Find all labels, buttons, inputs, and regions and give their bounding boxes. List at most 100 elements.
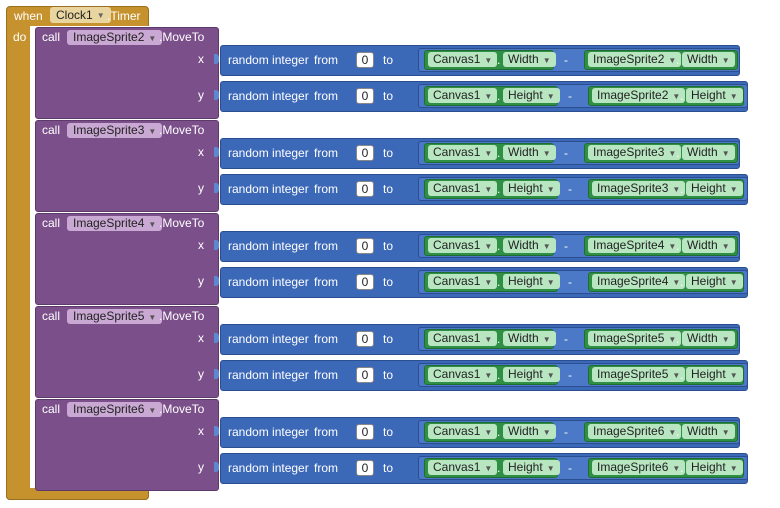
property-dropdown[interactable]: Height ▼: [503, 274, 560, 289]
property-dropdown[interactable]: Width ▼: [503, 331, 556, 346]
sprite-dropdown[interactable]: ImageSprite5 ▼: [592, 367, 686, 382]
canvas-dropdown[interactable]: Canvas1 ▼: [428, 424, 498, 439]
from-number-field[interactable]: 0: [356, 181, 374, 197]
property-label: Height: [508, 181, 543, 195]
property-dropdown[interactable]: Height ▼: [503, 367, 560, 382]
sprite-dropdown[interactable]: ImageSprite4 ▼: [592, 274, 686, 289]
property-dropdown[interactable]: Height ▼: [686, 460, 743, 475]
method-label: .MoveTo: [159, 30, 205, 44]
do-label: do: [13, 30, 27, 44]
property-dropdown[interactable]: Height ▼: [686, 367, 743, 382]
property-label: Width: [687, 331, 718, 345]
minus-label: -: [564, 53, 568, 67]
socket-connector: [214, 240, 219, 250]
socket-connector: [214, 54, 219, 64]
canvas-dropdown[interactable]: Canvas1 ▼: [428, 460, 498, 475]
dot-label: .: [497, 239, 501, 253]
from-number-field[interactable]: 0: [356, 460, 374, 476]
canvas-dropdown[interactable]: Canvas1 ▼: [428, 274, 498, 289]
canvas-dropdown[interactable]: Canvas1 ▼: [428, 52, 498, 67]
canvas-dropdown[interactable]: Canvas1 ▼: [428, 238, 498, 253]
property-label: Height: [691, 88, 726, 102]
sprite-dropdown[interactable]: ImageSprite3 ▼: [588, 145, 682, 160]
dot-label: .: [676, 239, 680, 253]
triangle-down-icon: ▼: [148, 34, 157, 43]
sprite-dropdown[interactable]: ImageSprite6 ▼: [592, 460, 686, 475]
random-integer-label: random integer: [228, 461, 309, 475]
sprite-dropdown[interactable]: ImageSprite5 ▼: [588, 331, 682, 346]
sprite-dropdown[interactable]: ImageSprite6 ▼: [588, 424, 682, 439]
canvas-label: Canvas1: [433, 274, 481, 288]
from-number-field[interactable]: 0: [356, 52, 374, 68]
dot-label: .: [497, 89, 501, 103]
from-number-field[interactable]: 0: [356, 145, 374, 161]
canvas-dropdown[interactable]: Canvas1 ▼: [428, 367, 498, 382]
from-number-field[interactable]: 0: [356, 274, 374, 290]
socket-connector: [214, 462, 219, 472]
canvas-dropdown[interactable]: Canvas1 ▼: [428, 145, 498, 160]
sprite-dropdown[interactable]: ImageSprite3 ▼: [592, 181, 686, 196]
property-dropdown[interactable]: Height ▼: [686, 88, 743, 103]
property-dropdown[interactable]: Width ▼: [503, 145, 556, 160]
property-label: Width: [508, 238, 539, 252]
property-dropdown[interactable]: Height ▼: [686, 274, 743, 289]
sprite-component-dropdown[interactable]: ImageSprite5 ▼: [67, 309, 163, 324]
sprite-component-label: ImageSprite3: [73, 123, 145, 137]
triangle-down-icon: ▼: [484, 92, 493, 101]
sprite-component-dropdown[interactable]: ImageSprite2 ▼: [67, 30, 163, 45]
property-label: Height: [691, 460, 726, 474]
sprite-dropdown[interactable]: ImageSprite4 ▼: [588, 238, 682, 253]
triangle-down-icon: ▼: [721, 56, 730, 65]
canvas-dropdown[interactable]: Canvas1 ▼: [428, 331, 498, 346]
from-number-field[interactable]: 0: [356, 238, 374, 254]
property-dropdown[interactable]: Width ▼: [682, 331, 735, 346]
sprite-dropdown[interactable]: ImageSprite2 ▼: [592, 88, 686, 103]
property-label: Width: [687, 52, 718, 66]
canvas-dropdown[interactable]: Canvas1 ▼: [428, 88, 498, 103]
property-dropdown[interactable]: Height ▼: [503, 181, 560, 196]
property-dropdown[interactable]: Height ▼: [503, 460, 560, 475]
sprite-component-dropdown[interactable]: ImageSprite3 ▼: [67, 123, 163, 138]
property-dropdown[interactable]: Width ▼: [503, 52, 556, 67]
from-label: from: [314, 425, 338, 439]
triangle-down-icon: ▼: [546, 92, 555, 101]
minus-label: -: [564, 146, 568, 160]
param-label-y: y: [198, 181, 204, 195]
dot-label: .: [497, 182, 501, 196]
call-label: call: [42, 30, 61, 44]
property-dropdown[interactable]: Width ▼: [503, 424, 556, 439]
sprite-dropdown[interactable]: ImageSprite2 ▼: [588, 52, 682, 67]
sprite-label: ImageSprite2: [597, 88, 669, 102]
property-dropdown[interactable]: Height ▼: [686, 181, 743, 196]
triangle-down-icon: ▼: [546, 278, 555, 287]
property-dropdown[interactable]: Height ▼: [503, 88, 560, 103]
sprite-component-label: ImageSprite4: [73, 216, 145, 230]
canvas-label: Canvas1: [433, 460, 481, 474]
triangle-down-icon: ▼: [721, 428, 730, 437]
clock-component-dropdown[interactable]: Clock1 ▼: [50, 7, 111, 23]
sprite-component-dropdown[interactable]: ImageSprite4 ▼: [67, 216, 163, 231]
property-dropdown[interactable]: Width ▼: [682, 52, 735, 67]
triangle-down-icon: ▼: [484, 278, 493, 287]
property-dropdown[interactable]: Width ▼: [682, 238, 735, 253]
from-number-field[interactable]: 0: [356, 331, 374, 347]
random-integer-label: random integer: [228, 89, 309, 103]
from-label: from: [314, 275, 338, 289]
dot-label: .: [676, 332, 680, 346]
property-dropdown[interactable]: Width ▼: [682, 424, 735, 439]
property-dropdown[interactable]: Width ▼: [503, 238, 556, 253]
from-number-field[interactable]: 0: [356, 88, 374, 104]
dot-label: .: [680, 461, 684, 475]
triangle-down-icon: ▼: [484, 371, 493, 380]
from-number-field[interactable]: 0: [356, 367, 374, 383]
canvas-label: Canvas1: [433, 331, 481, 345]
property-dropdown[interactable]: Width ▼: [682, 145, 735, 160]
method-label: .MoveTo: [159, 402, 205, 416]
sprite-component-dropdown[interactable]: ImageSprite6 ▼: [67, 402, 163, 417]
sprite-component-label: ImageSprite2: [73, 30, 145, 44]
sprite-label: ImageSprite5: [593, 331, 665, 345]
canvas-dropdown[interactable]: Canvas1 ▼: [428, 181, 498, 196]
from-number-field[interactable]: 0: [356, 424, 374, 440]
socket-connector: [214, 276, 219, 286]
minus-label: -: [568, 368, 572, 382]
